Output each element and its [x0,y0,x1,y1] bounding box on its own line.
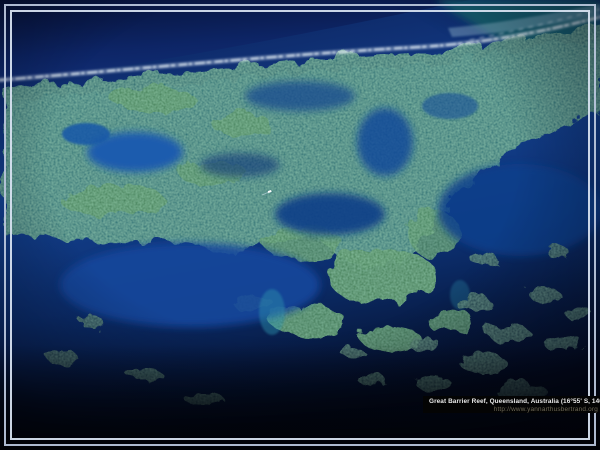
caption-url: http://www.yannarthusbertrand.org [429,406,598,413]
caption-bar: Great Barrier Reef, Queensland, Australi… [423,396,600,413]
caption-location: Great Barrier Reef, Queensland, Australi… [429,398,598,406]
reef-photo [0,0,600,450]
wallpaper: Great Barrier Reef, Queensland, Australi… [0,0,600,450]
